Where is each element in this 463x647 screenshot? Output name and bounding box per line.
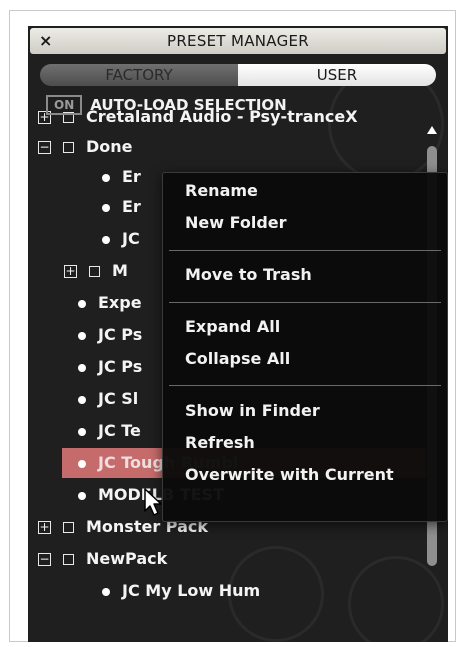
tree-preset-row[interactable]: Expe [78,288,142,318]
collapse-icon[interactable]: − [38,553,51,566]
preset-bullet-icon [78,491,86,500]
window-title: PRESET MANAGER [166,32,310,50]
menu-item-show-in-finder[interactable]: Show in Finder [185,397,320,425]
tree-folder-row[interactable]: + M [64,256,128,286]
tree-preset-row[interactable]: JC Sl [78,384,138,414]
tree-row-label: Done [86,137,133,156]
mouse-pointer-icon [144,488,162,516]
tree-row-label: JC Te [98,421,141,440]
preset-source-tabs: FACTORY USER [40,64,436,86]
tree-preset-row[interactable]: Er [102,192,141,222]
preset-bullet-icon [78,427,86,436]
menu-item-rename[interactable]: Rename [185,177,258,205]
tree-row-label: NewPack [86,549,168,568]
menu-separator [169,250,441,251]
menu-item-collapse-all[interactable]: Collapse All [185,345,290,373]
context-menu: Rename New Folder Move to Trash Expand A… [162,172,448,522]
tree-preset-row[interactable]: JC Ps [78,352,142,382]
menu-separator [169,385,441,386]
expand-icon[interactable]: + [38,521,51,534]
auto-load-row: ON AUTO-LOAD SELECTION [46,94,287,116]
tree-preset-row[interactable]: JC Te [78,416,141,446]
preset-manager-panel: × PRESET MANAGER FACTORY USER ON AUTO-LO… [28,26,448,642]
tree-row-label: Expe [98,293,142,312]
menu-item-overwrite-with-current[interactable]: Overwrite with Current [185,461,394,489]
tree-folder-row[interactable]: − NewPack [38,544,167,574]
preset-bullet-icon [78,299,86,308]
preset-bullet-icon [102,203,110,212]
preset-bullet-icon [102,235,110,244]
preset-bullet-icon [102,587,110,596]
preset-bullet-icon [78,363,86,372]
folder-checkbox-icon [63,142,74,153]
tree-preset-row[interactable]: JC My Low Hum [102,576,260,606]
menu-item-new-folder[interactable]: New Folder [185,209,287,237]
tree-row-label: M [112,261,128,280]
auto-load-toggle[interactable]: ON [46,95,83,115]
tree-preset-row[interactable]: JC [102,224,140,254]
tree-preset-row[interactable]: JC Ps [78,320,142,350]
tree-row-label: JC Ps [98,357,143,376]
folder-checkbox-icon [63,522,74,533]
title-bar: × PRESET MANAGER [30,28,446,54]
menu-separator [169,302,441,303]
tree-row-label: JC Ps [98,325,143,344]
preset-bullet-icon [78,395,86,404]
collapse-icon[interactable]: − [38,141,51,154]
tree-row-label: JC [122,229,140,248]
tree-preset-row[interactable]: Er [102,162,141,192]
tree-row-label: JC My Low Hum [122,581,261,600]
menu-item-refresh[interactable]: Refresh [185,429,255,457]
preset-bullet-icon [102,173,110,182]
tree-folder-row[interactable]: − Done [38,132,133,162]
menu-item-expand-all[interactable]: Expand All [185,313,280,341]
expand-icon[interactable]: + [64,265,77,278]
tree-row-label: Er [122,197,141,216]
folder-checkbox-icon [63,554,74,565]
tree-row-label: Er [122,167,141,186]
tree-row-label: JC Sl [98,389,139,408]
preset-bullet-icon [78,331,86,340]
folder-checkbox-icon [89,266,100,277]
tab-factory[interactable]: FACTORY [40,64,238,86]
auto-load-label: AUTO-LOAD SELECTION [90,96,287,114]
menu-item-move-to-trash[interactable]: Move to Trash [185,261,312,289]
scroll-up-arrow-icon[interactable] [427,126,437,134]
tab-user[interactable]: USER [238,64,436,86]
preset-bullet-icon [78,459,86,468]
